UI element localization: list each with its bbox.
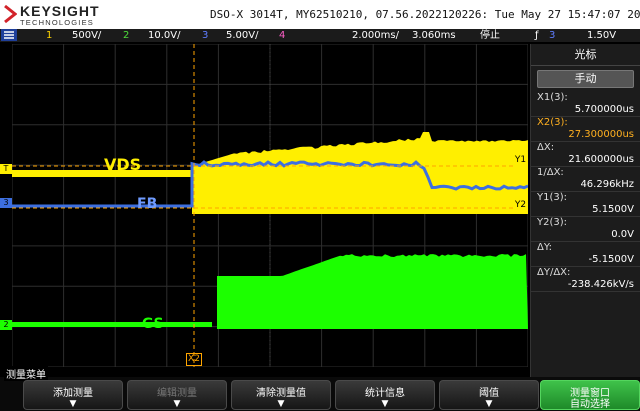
ch2-number[interactable]: 2	[123, 29, 129, 42]
softkey-bar: 测量菜单 添加测量 ▼ 编辑测量 ▼ 清除测量值 ▼ 统计信息 ▼ 阈值 ▼ 测…	[0, 377, 640, 411]
cursor-readout-key: X2(3):	[537, 117, 634, 129]
chevron-down-icon: ▼	[128, 399, 226, 410]
thresholds-label: 阈值	[440, 384, 538, 399]
ch2-ground-marker[interactable]: 2	[0, 320, 12, 330]
vds-trace-band	[192, 132, 528, 214]
gs-trace-band	[217, 254, 528, 329]
cursor-readout-value: 27.300000us	[537, 129, 634, 141]
ch1-number[interactable]: 1	[46, 29, 52, 42]
cursor-readout-key: ΔY:	[537, 242, 634, 254]
ch3-number[interactable]: 3	[202, 29, 208, 42]
keysight-logo: KEYSIGHT TECHNOLOGIES	[3, 3, 123, 27]
waveform-display[interactable]: VDS FB GS Y1 Y2 X2	[12, 44, 528, 367]
measure-window-label: 测量窗口	[541, 384, 639, 399]
cursor-readout-row: ΔY: -5.1500V	[531, 242, 640, 267]
add-measurement-button[interactable]: 添加测量 ▼	[23, 380, 123, 410]
cursor-readout-key: Y2(3):	[537, 217, 634, 229]
edit-measurement-label: 编辑测量	[128, 384, 226, 399]
trigger-slope-icon: ƒ	[535, 29, 539, 42]
clear-measurements-button[interactable]: 清除测量值 ▼	[231, 380, 331, 410]
cursor-readout-key: ΔY/ΔX:	[537, 267, 634, 279]
ch2-scale[interactable]: 10.0V/	[148, 29, 180, 42]
trigger-level[interactable]: 1.50V	[587, 29, 616, 42]
statistics-button[interactable]: 统计信息 ▼	[335, 380, 435, 410]
clear-measurements-label: 清除测量值	[232, 384, 330, 399]
gs-trace-pre	[12, 322, 212, 327]
ch4-number[interactable]: 4	[279, 29, 285, 42]
menu-icon	[4, 31, 14, 39]
measure-window-button[interactable]: 测量窗口 自动选择	[540, 380, 640, 410]
chevron-down-icon: ▼	[336, 399, 434, 410]
cursor-panel-title: 光标	[531, 44, 640, 66]
statistics-label: 统计信息	[336, 384, 434, 399]
cursor-readout-row: X2(3): 27.300000us	[531, 117, 640, 142]
cursor-readout-value: 5.1500V	[537, 204, 634, 216]
fb-label: FB	[137, 196, 157, 212]
cursor-readout-row: 1/ΔX: 46.296kHz	[531, 167, 640, 192]
cursor-readout-value: -238.426kV/s	[537, 279, 634, 291]
cursor-readout-row: Y2(3): 0.0V	[531, 217, 640, 242]
add-measurement-label: 添加测量	[24, 384, 122, 399]
keysight-logo-icon	[3, 4, 17, 24]
title-bar: KEYSIGHT TECHNOLOGIES DSO-X 3014T, MY625…	[0, 0, 640, 29]
cursor-readout-key: 1/ΔX:	[537, 167, 634, 179]
menu-button[interactable]	[1, 29, 17, 41]
delay[interactable]: 3.060ms	[412, 29, 456, 42]
instrument-title: DSO-X 3014T, MY62510210, 07.56.202212022…	[210, 8, 640, 21]
trigger-channel[interactable]: 3	[549, 29, 555, 42]
chevron-down-icon: ▼	[24, 399, 122, 410]
cursor-mode-button[interactable]: 手动	[537, 70, 634, 88]
cursor-readout-row: ΔY/ΔX: -238.426kV/s	[531, 267, 640, 292]
scope-screen: KEYSIGHT TECHNOLOGIES DSO-X 3014T, MY625…	[0, 0, 640, 411]
edit-measurement-button[interactable]: 编辑测量 ▼	[127, 380, 227, 410]
cursor-readout-row: ΔX: 21.600000us	[531, 142, 640, 167]
measure-window-sub: 自动选择	[541, 399, 639, 410]
run-state[interactable]: 停止	[480, 29, 500, 42]
status-bar: 1 500V/ 2 10.0V/ 3 5.00V/ 4 2.000ms/ 3.0…	[0, 29, 640, 42]
gs-label: GS	[142, 316, 164, 332]
waveform-svg	[12, 44, 528, 367]
cursor-panel-title-text: 光标	[575, 48, 597, 61]
thresholds-button[interactable]: 阈值 ▼	[439, 380, 539, 410]
measure-menu-title: 测量菜单	[4, 366, 48, 381]
cursor-readout-row: X1(3): 5.700000us	[531, 92, 640, 117]
vds-label: VDS	[104, 155, 141, 174]
ch1-ground-marker[interactable]: T	[0, 164, 12, 174]
chevron-down-icon: ▼	[232, 399, 330, 410]
cursor-readout-value: 46.296kHz	[537, 179, 634, 191]
timebase[interactable]: 2.000ms/	[352, 29, 399, 42]
brand-name: KEYSIGHT	[20, 3, 100, 19]
cursor-readout-key: ΔX:	[537, 142, 634, 154]
chevron-down-icon: ▼	[440, 399, 538, 410]
vds-trace-pre	[12, 170, 192, 177]
cursor-panel: 光标 手动 X1(3): 5.700000us X2(3): 27.300000us Δ…	[530, 44, 640, 377]
ch3-ground-marker[interactable]: 3	[0, 198, 12, 208]
brand-sub: TECHNOLOGIES	[20, 18, 94, 27]
cursor-readout-value: -5.1500V	[537, 254, 634, 266]
x2-cursor-marker[interactable]: X2	[186, 353, 202, 366]
y1-cursor-marker[interactable]: Y1	[513, 154, 528, 167]
y2-cursor-marker[interactable]: Y2	[513, 199, 528, 212]
cursor-readout-value: 5.700000us	[537, 104, 634, 116]
cursor-readout-key: X1(3):	[537, 92, 634, 104]
cursor-readout-value: 21.600000us	[537, 154, 634, 166]
cursor-readout-row: Y1(3): 5.1500V	[531, 192, 640, 217]
cursor-readout-value: 0.0V	[537, 229, 634, 241]
ch1-scale[interactable]: 500V/	[72, 29, 101, 42]
cursor-readout-key: Y1(3):	[537, 192, 634, 204]
ch3-scale[interactable]: 5.00V/	[226, 29, 258, 42]
